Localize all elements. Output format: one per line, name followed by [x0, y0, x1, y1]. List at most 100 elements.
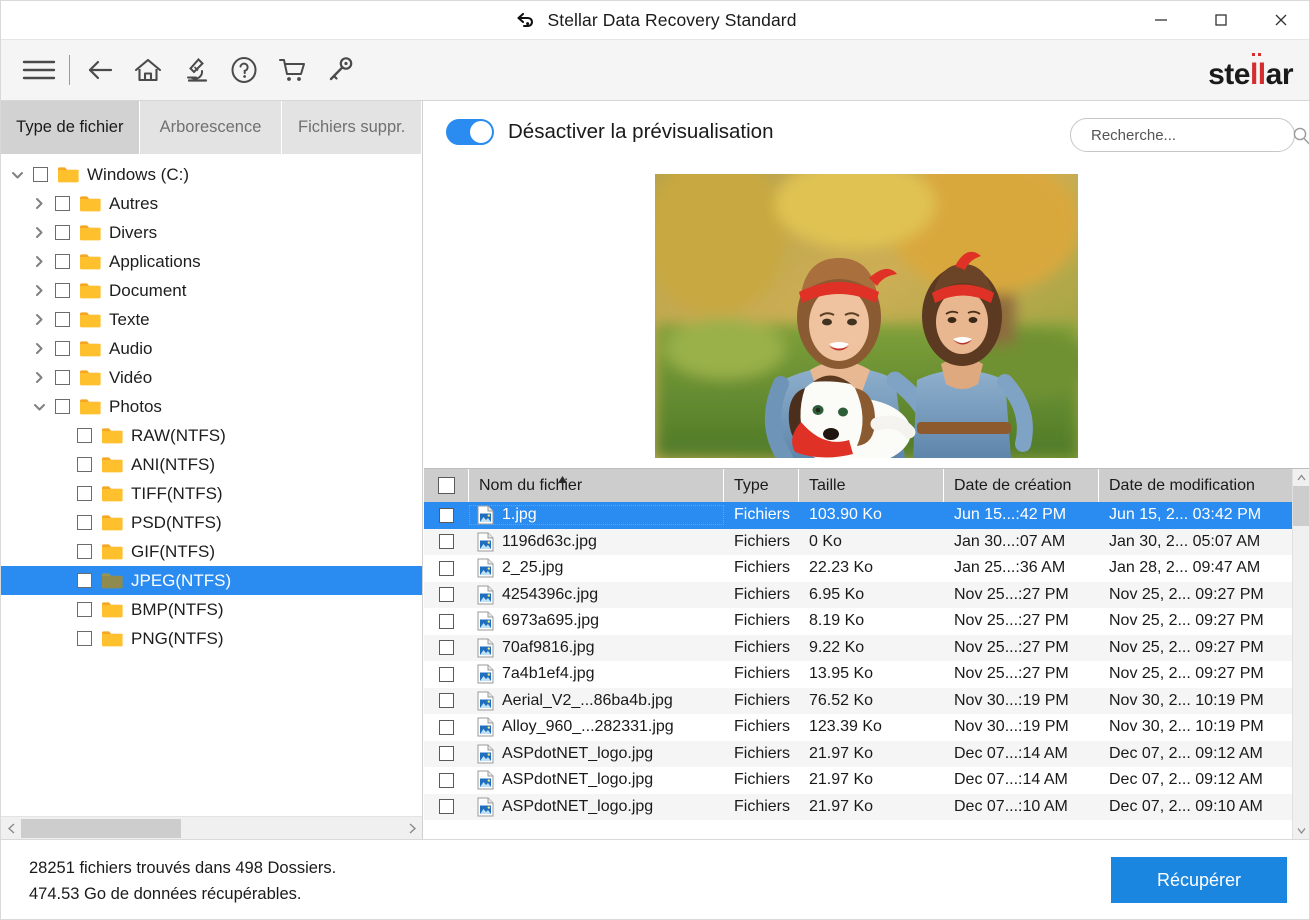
tab-type-de-fichier[interactable]: Type de fichier — [1, 101, 140, 154]
tree-item-checkbox[interactable] — [55, 399, 70, 414]
microscope-icon[interactable] — [172, 47, 220, 93]
cell-name[interactable]: 2_25.jpg — [469, 558, 724, 578]
tree-item-checkbox[interactable] — [77, 486, 92, 501]
row-checkbox[interactable] — [439, 561, 454, 576]
chevron-right-icon[interactable] — [29, 284, 49, 297]
row-checkbox-cell[interactable] — [424, 640, 469, 655]
chevron-down-icon[interactable] — [29, 402, 49, 412]
tree-item-checkbox[interactable] — [77, 631, 92, 646]
chevron-right-icon[interactable] — [29, 342, 49, 355]
table-row[interactable]: Alloy_960_...282331.jpgFichiers123.39 Ko… — [424, 714, 1292, 741]
row-checkbox[interactable] — [439, 587, 454, 602]
row-checkbox-cell[interactable] — [424, 587, 469, 602]
cell-name[interactable]: ASPdotNET_logo.jpg — [469, 770, 724, 790]
cell-name[interactable]: 4254396c.jpg — [469, 585, 724, 605]
scroll-track[interactable] — [21, 817, 402, 840]
tree-item[interactable]: Vidéo — [1, 363, 422, 392]
tree-item[interactable]: Document — [1, 276, 422, 305]
back-arrow-icon[interactable] — [76, 47, 124, 93]
cell-name[interactable]: 1.jpg — [469, 505, 724, 525]
row-checkbox[interactable] — [439, 720, 454, 735]
row-checkbox-cell[interactable] — [424, 561, 469, 576]
minimize-button[interactable] — [1131, 1, 1191, 39]
help-icon[interactable] — [220, 47, 268, 93]
chevron-down-icon[interactable] — [7, 170, 27, 180]
cell-name[interactable]: 7a4b1ef4.jpg — [469, 664, 724, 684]
row-checkbox[interactable] — [439, 799, 454, 814]
table-row[interactable]: ASPdotNET_logo.jpgFichiers21.97 KoDec 07… — [424, 794, 1292, 821]
tree-item-checkbox[interactable] — [55, 196, 70, 211]
chevron-up-icon[interactable] — [1293, 469, 1310, 486]
table-row[interactable]: 6973a695.jpgFichiers8.19 KoNov 25...:27 … — [424, 608, 1292, 635]
tree-item[interactable]: Windows (C:) — [1, 160, 422, 189]
tree-item-checkbox[interactable] — [77, 457, 92, 472]
row-checkbox-cell[interactable] — [424, 693, 469, 708]
row-checkbox[interactable] — [439, 746, 454, 761]
table-row[interactable]: ASPdotNET_logo.jpgFichiers21.97 KoDec 07… — [424, 767, 1292, 794]
row-checkbox-cell[interactable] — [424, 746, 469, 761]
tree-item[interactable]: ANI(NTFS) — [1, 450, 422, 479]
tree-item[interactable]: Applications — [1, 247, 422, 276]
row-checkbox[interactable] — [439, 693, 454, 708]
tree-item-checkbox[interactable] — [77, 515, 92, 530]
tree-item-checkbox[interactable] — [33, 167, 48, 182]
table-row[interactable]: 1196d63c.jpgFichiers0 KoJan 30...:07 AMJ… — [424, 529, 1292, 556]
tree-item-checkbox[interactable] — [55, 254, 70, 269]
tree-item[interactable]: BMP(NTFS) — [1, 595, 422, 624]
sidebar-horizontal-scrollbar[interactable] — [1, 816, 422, 839]
tree-item-checkbox[interactable] — [55, 312, 70, 327]
select-all-checkbox[interactable] — [438, 477, 455, 494]
chevron-right-icon[interactable] — [29, 313, 49, 326]
row-checkbox-cell[interactable] — [424, 720, 469, 735]
scroll-thumb[interactable] — [1293, 486, 1310, 526]
tree-item[interactable]: GIF(NTFS) — [1, 537, 422, 566]
search-input[interactable] — [1089, 126, 1292, 145]
tree-item[interactable]: Photos — [1, 392, 422, 421]
select-all-header[interactable] — [424, 469, 469, 502]
cell-name[interactable]: Alloy_960_...282331.jpg — [469, 717, 724, 737]
table-row[interactable]: 2_25.jpgFichiers22.23 KoJan 25...:36 AMJ… — [424, 555, 1292, 582]
table-row[interactable]: 70af9816.jpgFichiers9.22 KoNov 25...:27 … — [424, 635, 1292, 662]
tree-item[interactable]: JPEG(NTFS) — [1, 566, 422, 595]
row-checkbox[interactable] — [439, 508, 454, 523]
scroll-thumb[interactable] — [21, 819, 181, 838]
tree-item[interactable]: Texte — [1, 305, 422, 334]
chevron-right-icon[interactable] — [402, 817, 422, 840]
cell-name[interactable]: ASPdotNET_logo.jpg — [469, 744, 724, 764]
tree-item-checkbox[interactable] — [77, 573, 92, 588]
row-checkbox[interactable] — [439, 773, 454, 788]
tree-item[interactable]: PSD(NTFS) — [1, 508, 422, 537]
preview-toggle[interactable] — [446, 119, 494, 145]
tree-item[interactable]: RAW(NTFS) — [1, 421, 422, 450]
key-icon[interactable] — [316, 47, 364, 93]
chevron-right-icon[interactable] — [29, 371, 49, 384]
tree-item-checkbox[interactable] — [55, 341, 70, 356]
row-checkbox-cell[interactable] — [424, 799, 469, 814]
cell-name[interactable]: 70af9816.jpg — [469, 638, 724, 658]
row-checkbox-cell[interactable] — [424, 614, 469, 629]
tree-item[interactable]: PNG(NTFS) — [1, 624, 422, 653]
row-checkbox-cell[interactable] — [424, 667, 469, 682]
row-checkbox[interactable] — [439, 614, 454, 629]
tree-item-checkbox[interactable] — [77, 602, 92, 617]
chevron-right-icon[interactable] — [29, 197, 49, 210]
table-vertical-scrollbar[interactable] — [1292, 469, 1309, 839]
tree-item-checkbox[interactable] — [77, 428, 92, 443]
tab-fichiers-supprimes[interactable]: Fichiers suppr. — [282, 101, 422, 154]
close-button[interactable] — [1251, 1, 1310, 39]
row-checkbox-cell[interactable] — [424, 508, 469, 523]
column-header-created[interactable]: Date de création — [944, 469, 1099, 502]
chevron-down-icon[interactable] — [1293, 822, 1310, 839]
table-row[interactable]: ASPdotNET_logo.jpgFichiers21.97 KoDec 07… — [424, 741, 1292, 768]
column-header-name[interactable]: Nom du fichier — [469, 469, 724, 502]
tree-item-checkbox[interactable] — [77, 544, 92, 559]
cell-name[interactable]: 1196d63c.jpg — [469, 532, 724, 552]
column-header-type[interactable]: Type — [724, 469, 799, 502]
cart-icon[interactable] — [268, 47, 316, 93]
chevron-left-icon[interactable] — [1, 817, 21, 840]
cell-name[interactable]: ASPdotNET_logo.jpg — [469, 797, 724, 817]
tree-item[interactable]: Autres — [1, 189, 422, 218]
row-checkbox-cell[interactable] — [424, 773, 469, 788]
home-icon[interactable] — [124, 47, 172, 93]
tree-item-checkbox[interactable] — [55, 370, 70, 385]
